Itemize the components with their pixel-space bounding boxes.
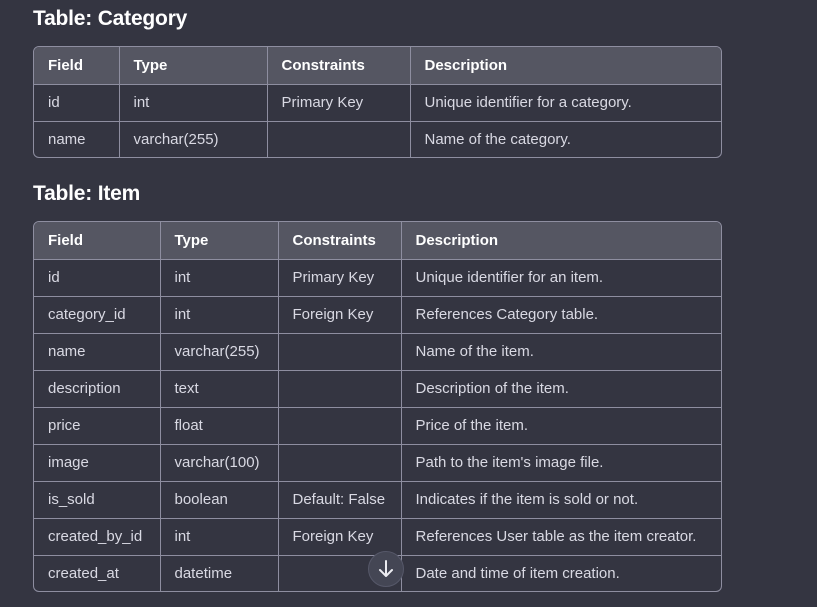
cell-field: price [34,407,161,445]
scroll-to-bottom-button[interactable] [368,551,404,587]
column-header-field: Field [34,222,161,260]
category-table: Field Type Constraints Description id in… [34,47,721,157]
table-row: image varchar(100) Path to the item's im… [34,444,721,482]
cell-constraints [278,444,402,482]
cell-field: image [34,444,161,482]
cell-constraints [278,333,402,371]
column-header-constraints: Constraints [267,47,411,85]
cell-constraints: Foreign Key [278,296,402,334]
table-row: category_id int Foreign Key References C… [34,296,721,334]
table-row: name varchar(255) Name of the item. [34,333,721,371]
cell-description: References Category table. [401,296,721,334]
table-row: name varchar(255) Name of the category. [34,121,721,157]
cell-constraints [278,407,402,445]
cell-field: created_at [34,555,161,591]
cell-constraints: Primary Key [267,84,411,122]
column-header-field: Field [34,47,120,85]
cell-description: References User table as the item creato… [401,518,721,556]
cell-description: Indicates if the item is sold or not. [401,481,721,519]
cell-field: id [34,259,161,297]
cell-field: name [34,333,161,371]
column-header-type: Type [119,47,268,85]
cell-type: varchar(255) [119,121,268,157]
cell-type: varchar(255) [160,333,279,371]
cell-description: Name of the item. [401,333,721,371]
category-table-container: Field Type Constraints Description id in… [33,46,722,158]
column-header-description: Description [410,47,721,85]
cell-type: int [119,84,268,122]
column-header-description: Description [401,222,721,260]
cell-type: float [160,407,279,445]
table-row: created_by_id int Foreign Key References… [34,518,721,556]
cell-type: datetime [160,555,279,591]
table-row: id int Primary Key Unique identifier for… [34,84,721,122]
cell-field: is_sold [34,481,161,519]
table-row: id int Primary Key Unique identifier for… [34,259,721,297]
cell-constraints: Primary Key [278,259,402,297]
table-header-row: Field Type Constraints Description [34,47,721,85]
cell-description: Description of the item. [401,370,721,408]
cell-type: int [160,518,279,556]
item-table: Field Type Constraints Description id in… [34,222,721,591]
cell-field: created_by_id [34,518,161,556]
arrow-down-icon [378,560,394,578]
table-header-row: Field Type Constraints Description [34,222,721,260]
cell-type: int [160,296,279,334]
item-table-heading: Table: Item [33,182,141,205]
cell-description: Name of the category. [424,131,571,149]
cell-field: name [34,121,120,157]
column-header-type: Type [160,222,279,260]
cell-description: Unique identifier for an item. [401,259,721,297]
cell-type: boolean [160,481,279,519]
cell-description: Unique identifier for a category. [410,84,721,122]
cell-field: category_id [34,296,161,334]
cell-constraints: Foreign Key [278,518,402,556]
cell-field: id [34,84,120,122]
cell-type: text [160,370,279,408]
cell-field: description [34,370,161,408]
cell-constraints [278,370,402,408]
category-table-heading: Table: Category [33,7,188,30]
item-table-container: Field Type Constraints Description id in… [33,221,722,592]
cell-description: Date and time of item creation. [415,565,620,583]
cell-description: Path to the item's image file. [401,444,721,482]
cell-type: int [160,259,279,297]
cell-constraints: Default: False [278,481,402,519]
cell-description: Price of the item. [401,407,721,445]
cell-constraints [267,121,411,157]
table-row: is_sold boolean Default: False Indicates… [34,481,721,519]
column-header-constraints: Constraints [278,222,402,260]
table-row: price float Price of the item. [34,407,721,445]
table-row: description text Description of the item… [34,370,721,408]
cell-type: varchar(100) [160,444,279,482]
